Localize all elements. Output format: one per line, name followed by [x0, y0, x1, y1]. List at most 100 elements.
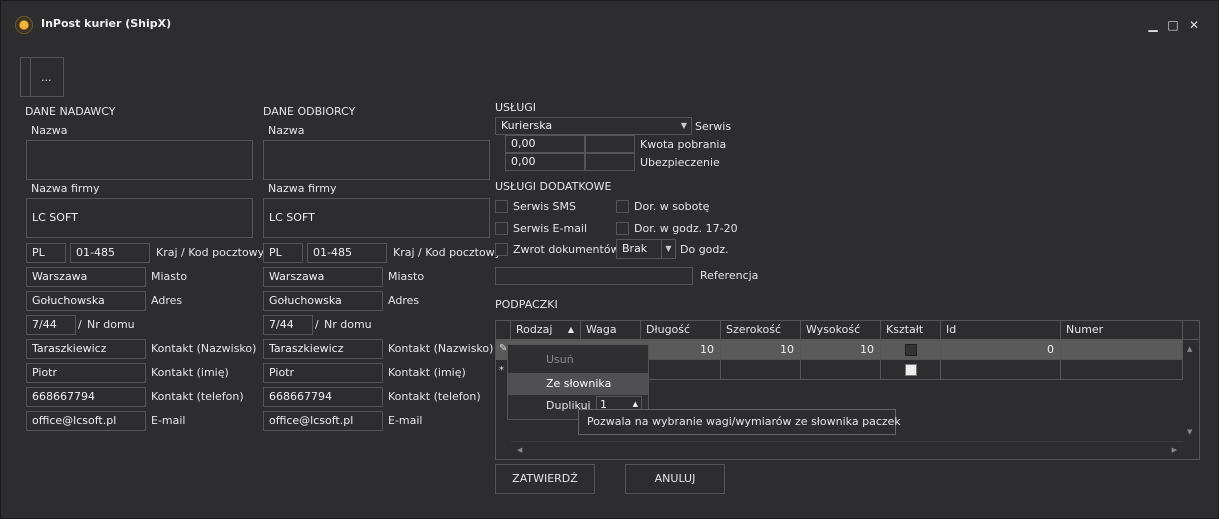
sender-firstname-field[interactable]: Piotr	[26, 363, 146, 383]
scroll-corner	[1183, 321, 1199, 340]
scroll-right-icon[interactable]: ▶	[1172, 446, 1177, 454]
return-docs-checkbox[interactable]	[495, 243, 508, 256]
to-hour-label: Do godz.	[680, 243, 729, 256]
new-cell-width[interactable]	[721, 360, 801, 380]
receiver-street-field[interactable]: Gołuchowska	[263, 291, 383, 311]
sender-phone-field[interactable]: 668667794	[26, 387, 146, 407]
receiver-firstname-field[interactable]: Piotr	[263, 363, 383, 383]
sender-company-field[interactable]: LC SOFT	[26, 198, 253, 238]
receiver-house-no-slash: /	[315, 318, 319, 331]
sender-house-no-field[interactable]: 7/44	[26, 315, 76, 335]
confirm-button[interactable]: ZATWIERDŹ	[495, 464, 595, 494]
reference-field[interactable]	[495, 267, 693, 285]
cell-shape[interactable]	[881, 340, 941, 360]
sender-postcode-field[interactable]: 01-485	[70, 243, 150, 263]
column-header-wysokosc[interactable]: Wysokość	[801, 321, 881, 340]
column-header-numer[interactable]: Numer	[1061, 321, 1183, 340]
cell-height[interactable]: 10	[801, 340, 881, 360]
sender-country-field[interactable]: PL	[26, 243, 66, 263]
vertical-scrollbar[interactable]: ▲ ▼	[1183, 340, 1199, 440]
receiver-lastname-field[interactable]: Taraszkiewicz	[263, 339, 383, 359]
receiver-country-postcode-label: Kraj / Kod pocztowy	[393, 246, 502, 259]
chevron-down-icon: ▼	[680, 121, 688, 130]
receiver-country-field[interactable]: PL	[263, 243, 303, 263]
more-options-button[interactable]: ...	[20, 57, 64, 97]
receiver-house-no-field[interactable]: 7/44	[263, 315, 313, 335]
column-header-dlugosc[interactable]: Długość	[641, 321, 721, 340]
minimize-button[interactable]: ▁	[1146, 18, 1160, 32]
cod-amount-label: Kwota pobrania	[640, 138, 727, 151]
horizontal-scrollbar[interactable]: ◀ ▶	[511, 441, 1183, 459]
shape-checkbox[interactable]	[905, 364, 917, 376]
column-header-szerokosc[interactable]: Szerokość	[721, 321, 801, 340]
sender-city-field[interactable]: Warszawa	[26, 267, 146, 287]
new-cell-length[interactable]	[641, 360, 721, 380]
close-button[interactable]: ✕	[1187, 18, 1201, 32]
cell-length[interactable]: 10	[641, 340, 721, 360]
toolbar-grip	[30, 58, 31, 96]
sender-email-field[interactable]: office@lcsoft.pl	[26, 411, 146, 431]
return-docs-label: Zwrot dokumentów	[513, 243, 620, 256]
receiver-postcode-field[interactable]: 01-485	[307, 243, 387, 263]
window-title: InPost kurier (ShipX)	[41, 17, 172, 30]
row-header-corner	[496, 321, 511, 340]
receiver-email-label: E-mail	[388, 414, 423, 427]
saturday-label: Dor. w sobotę	[634, 200, 710, 213]
scroll-left-icon[interactable]: ◀	[517, 446, 522, 454]
menu-item-from-dictionary[interactable]: Ze słownika	[508, 373, 648, 395]
sender-name-field[interactable]	[26, 140, 253, 180]
new-cell-shape[interactable]	[881, 360, 941, 380]
cell-number[interactable]	[1061, 340, 1183, 360]
receiver-email-field[interactable]: office@lcsoft.pl	[263, 411, 383, 431]
insurance-amount-label: Ubezpieczenie	[640, 156, 720, 169]
saturday-checkbox[interactable]	[616, 200, 629, 213]
hours-17-20-checkbox[interactable]	[616, 222, 629, 235]
chevron-down-icon: ▼	[661, 240, 675, 258]
cancel-button[interactable]: ANULUJ	[625, 464, 725, 494]
cod-amount-field[interactable]: 0,00	[505, 135, 585, 153]
receiver-lastname-label: Kontakt (Nazwisko)	[388, 342, 494, 355]
service-type-value: Kurierska	[501, 119, 553, 132]
receiver-company-field[interactable]: LC SOFT	[263, 198, 490, 238]
email-service-label: Serwis E-mail	[513, 222, 588, 235]
receiver-phone-field[interactable]: 668667794	[263, 387, 383, 407]
new-cell-height[interactable]	[801, 360, 881, 380]
receiver-name-label: Nazwa	[268, 124, 305, 137]
insurance-amount-field[interactable]: 0,00	[505, 153, 585, 171]
service-type-select[interactable]: Kurierska ▼	[495, 117, 692, 135]
receiver-city-field[interactable]: Warszawa	[263, 267, 383, 287]
app-logo-icon	[15, 16, 33, 34]
sender-phone-label: Kontakt (telefon)	[151, 390, 244, 403]
maximize-button[interactable]: □	[1166, 18, 1180, 32]
cell-id[interactable]: 0	[941, 340, 1061, 360]
new-cell-number[interactable]	[1061, 360, 1183, 380]
sort-ascending-icon: ▲	[567, 325, 574, 334]
to-hour-value: Brak	[622, 242, 648, 255]
sender-header: DANE NADAWCY	[25, 105, 116, 118]
sender-email-label: E-mail	[151, 414, 186, 427]
menu-item-delete[interactable]: Usuń	[508, 349, 648, 371]
receiver-firstname-label: Kontakt (imię)	[388, 366, 466, 379]
cod-currency-field[interactable]	[585, 135, 635, 153]
sender-street-field[interactable]: Gołuchowska	[26, 291, 146, 311]
sender-house-no-slash: /	[78, 318, 82, 331]
sms-checkbox[interactable]	[495, 200, 508, 213]
extra-services-header: USŁUGI DODATKOWE	[495, 180, 612, 193]
more-options-label: ...	[41, 71, 52, 84]
scroll-up-icon[interactable]: ▲	[1187, 345, 1192, 353]
column-header-waga[interactable]: Waga	[581, 321, 641, 340]
scroll-down-icon[interactable]: ▼	[1187, 428, 1192, 436]
to-hour-select[interactable]: Brak ▼	[616, 239, 676, 259]
column-header-rodzaj[interactable]: Rodzaj ▲	[511, 321, 581, 340]
insurance-currency-field[interactable]	[585, 153, 635, 171]
receiver-name-field[interactable]	[263, 140, 490, 180]
column-header-ksztalt[interactable]: Kształt	[881, 321, 941, 340]
sender-firstname-label: Kontakt (imię)	[151, 366, 229, 379]
tooltip: Pozwala na wybranie wagi/wymiarów ze sło…	[578, 409, 901, 435]
sender-lastname-field[interactable]: Taraszkiewicz	[26, 339, 146, 359]
shape-checkbox[interactable]	[905, 344, 917, 356]
new-cell-id[interactable]	[941, 360, 1061, 380]
cell-width[interactable]: 10	[721, 340, 801, 360]
email-service-checkbox[interactable]	[495, 222, 508, 235]
column-header-id[interactable]: Id	[941, 321, 1061, 340]
